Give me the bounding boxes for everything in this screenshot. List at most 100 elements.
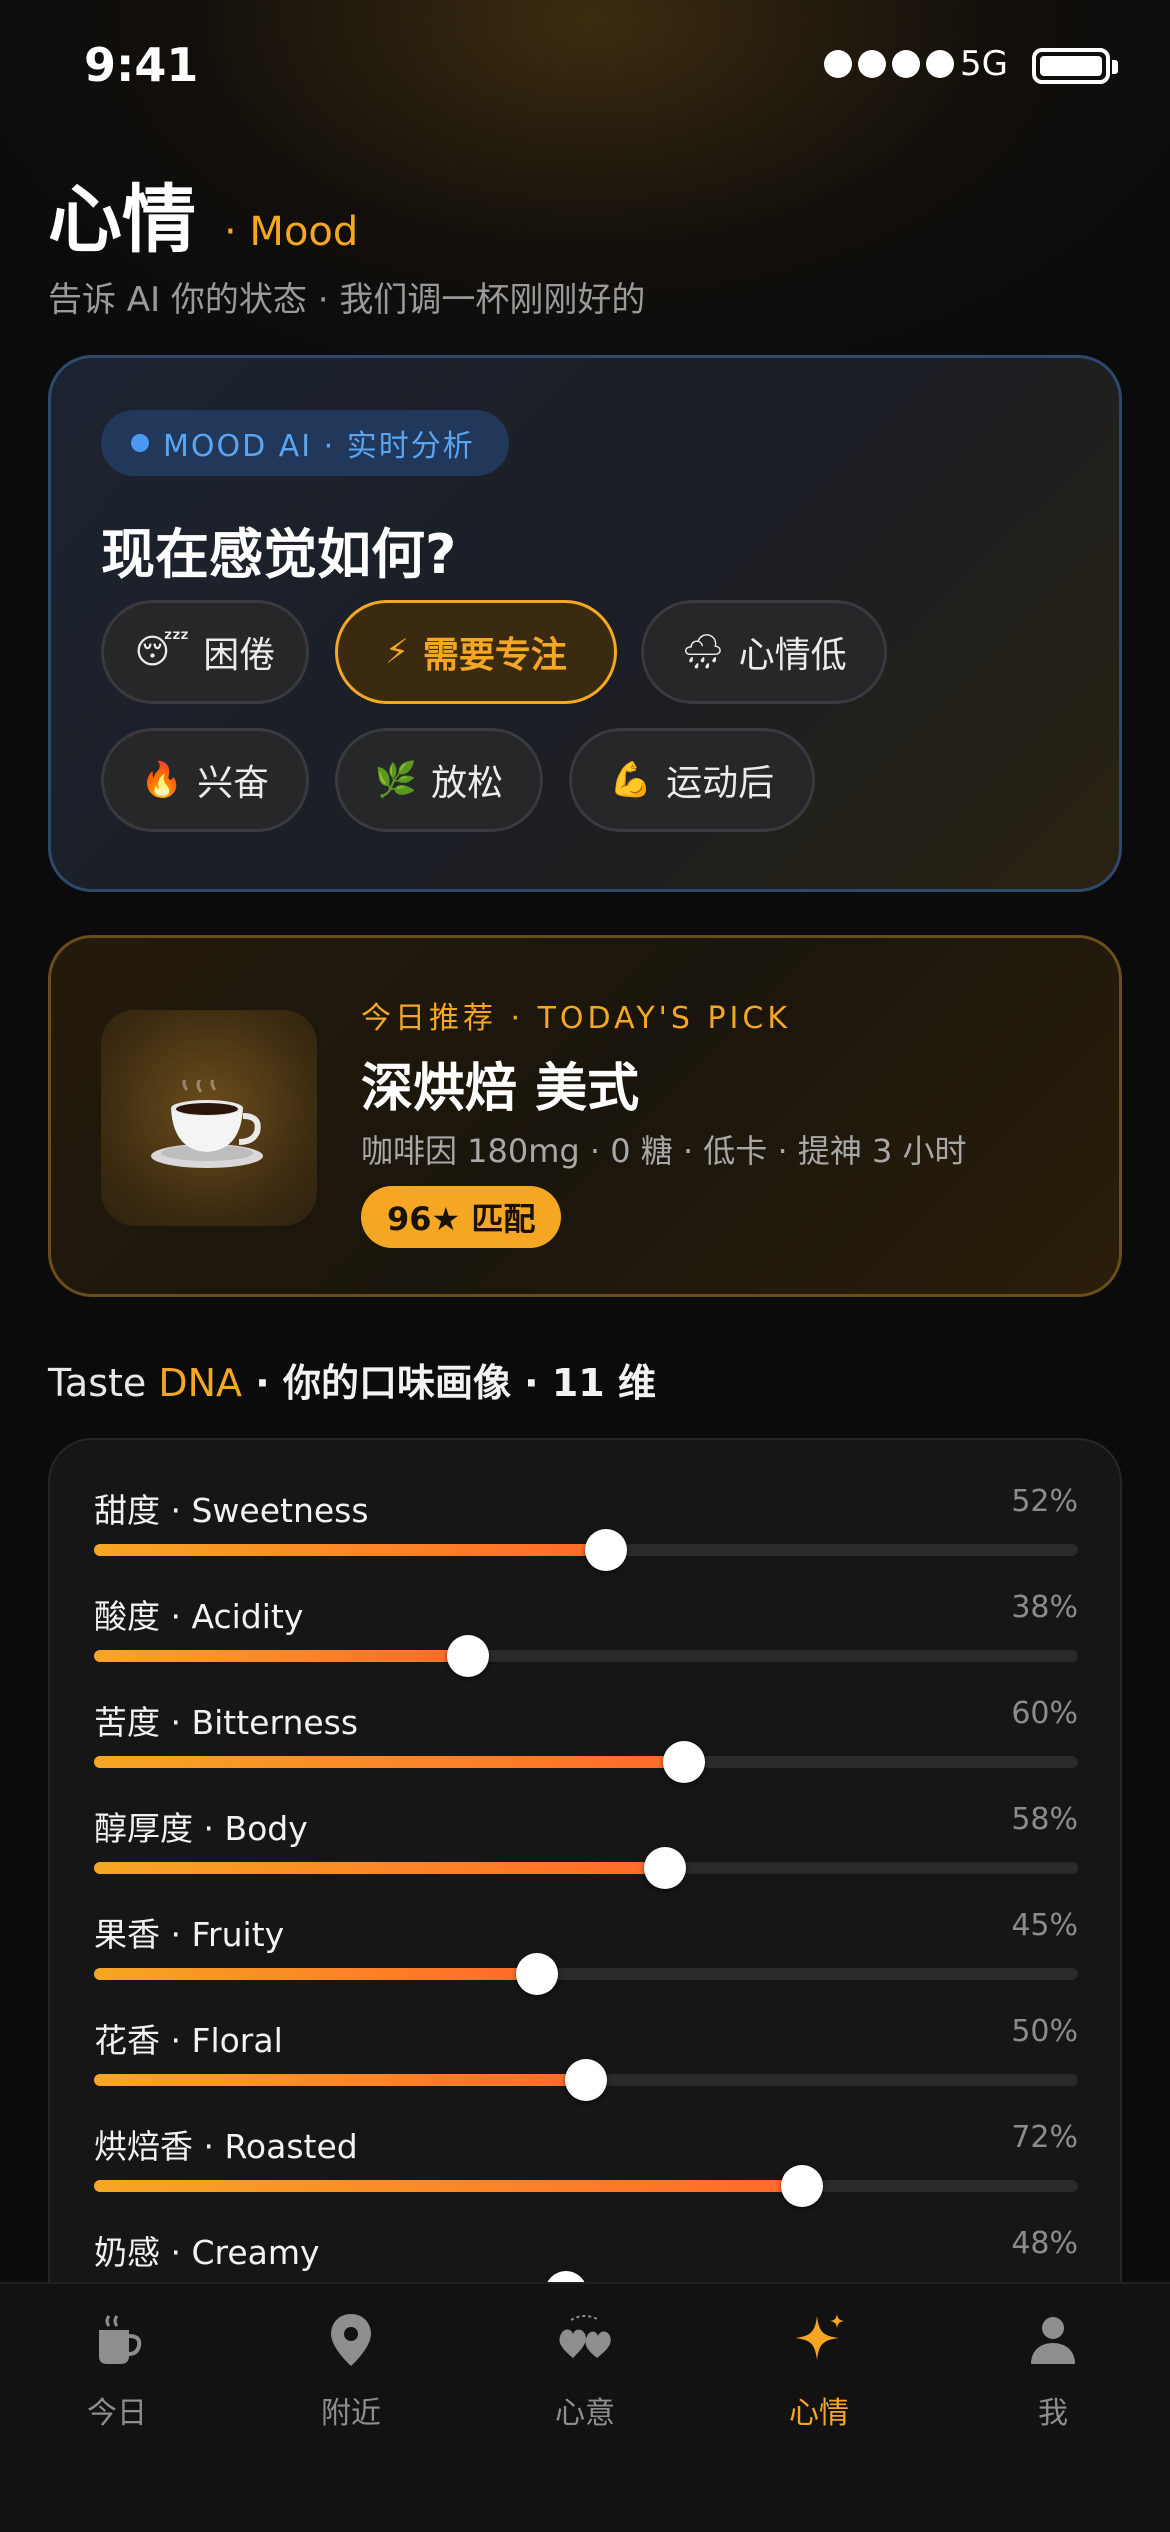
mood-chip-label: 需要专注 <box>422 635 567 676</box>
page-title: 心情 · Mood <box>48 160 358 267</box>
rain-cloud-icon: 🌧 <box>681 632 725 672</box>
slider-label: 甜度 · Sweetness <box>94 1491 369 1530</box>
mood-card: MOOD AI · 实时分析 现在感觉如何? 😴 困倦 ⚡ 需要专注 🌧 心情低… <box>48 355 1122 892</box>
tab-nearby[interactable]: 附近 <box>234 2310 468 2440</box>
slider-handle[interactable] <box>515 1953 558 1995</box>
slider-label: 酸度 · Acidity <box>94 1597 304 1636</box>
slider-track[interactable] <box>94 1635 1078 1677</box>
slider-track[interactable] <box>94 1953 1078 1995</box>
slider-handle[interactable] <box>663 1741 706 1783</box>
taste-dna-heading: Taste DNA · 你的口味画像 · 11 维 <box>48 1352 656 1407</box>
slider-label: 醇厚度 · Body <box>94 1809 308 1848</box>
pick-meta: 咖啡因 180mg · 0 糖 · 低卡 · 提神 3 小时 <box>361 1132 967 1170</box>
tab-label: 今日 <box>87 2396 147 2431</box>
status-time: 9:41 <box>84 38 199 92</box>
slider-label: 烘焙香 · Roasted <box>94 2127 358 2166</box>
flexed-arm-icon: 💪 <box>609 760 653 800</box>
slider-fill <box>94 1650 468 1662</box>
taste-slider-bitterness: 苦度 · Bitterness 60% <box>94 1696 1078 1786</box>
battery-icon <box>1032 48 1118 84</box>
todays-pick-card[interactable]: 今日推荐 · TODAY'S PICK 深烘焙 美式 咖啡因 180mg · 0… <box>48 935 1122 1297</box>
slider-value: 58% <box>1011 1802 1078 1837</box>
network-label: 5G <box>960 44 1008 84</box>
slider-handle[interactable] <box>446 1635 489 1677</box>
hearts-icon <box>559 2315 611 2358</box>
taste-slider-body: 醇厚度 · Body 58% <box>94 1802 1078 1892</box>
mood-screen: 9:41 5G 心情 · Mood 告诉 AI 你的状态 · 我们调一杯刚刚好的… <box>0 0 1170 2532</box>
slider-label: 奶感 · Creamy <box>94 2233 320 2272</box>
mood-chip-excited[interactable]: 🔥 兴奋 <box>101 728 309 832</box>
page-title-text: 心情 <box>48 177 196 263</box>
person-icon <box>1031 2317 1075 2364</box>
location-pin-icon <box>331 2314 371 2366</box>
coffee-thumbnail <box>101 1010 317 1226</box>
slider-value: 48% <box>1011 2226 1078 2261</box>
slider-label: 苦度 · Bitterness <box>94 1703 359 1742</box>
pick-tag: 今日推荐 · TODAY'S PICK <box>361 1001 792 1036</box>
slider-fill <box>94 2180 803 2192</box>
taste-slider-floral: 花香 · Floral 50% <box>94 2014 1078 2104</box>
slider-track[interactable] <box>94 2165 1078 2207</box>
slider-value: 52% <box>1011 1484 1078 1519</box>
signal-icon <box>824 50 954 78</box>
slider-fill <box>94 1756 685 1768</box>
slider-fill <box>94 1968 537 1980</box>
live-dot-icon <box>131 434 149 452</box>
tab-label: 心意 <box>555 2396 615 2431</box>
tab-me[interactable]: 我 <box>936 2310 1170 2440</box>
mood-chip-relax[interactable]: 🌿 放松 <box>335 728 543 832</box>
match-badge: 96★ 匹配 <box>361 1186 562 1248</box>
slider-track[interactable] <box>94 1529 1078 1571</box>
tab-label: 我 <box>1038 2396 1068 2431</box>
pick-name: 深烘焙 美式 <box>361 1059 640 1119</box>
coffee-cup-icon <box>151 1080 263 1168</box>
mood-chip-label: 困倦 <box>203 635 276 676</box>
slider-fill <box>94 2074 586 2086</box>
slider-value: 50% <box>1011 2014 1078 2049</box>
slider-track[interactable] <box>94 1847 1078 1889</box>
taste-dna-prefix: Taste <box>48 1361 159 1405</box>
sleepy-face-icon: 😴 <box>134 632 190 672</box>
coffee-cup-icon <box>99 2315 142 2364</box>
taste-dna-highlight: DNA <box>158 1361 243 1405</box>
tab-gift[interactable]: 心意 <box>468 2310 702 2440</box>
mood-ai-badge: MOOD AI · 实时分析 <box>101 410 509 476</box>
status-bar: 9:41 5G <box>0 0 1170 130</box>
slider-fill <box>94 1862 665 1874</box>
mood-chip-label: 兴奋 <box>197 763 270 804</box>
herb-icon: 🌿 <box>374 760 418 800</box>
taste-slider-sweetness: 甜度 · Sweetness 52% <box>94 1484 1078 1574</box>
mood-chip-label: 运动后 <box>666 763 775 804</box>
taste-slider-roasted: 烘焙香 · Roasted 72% <box>94 2120 1078 2210</box>
slider-value: 60% <box>1011 1696 1078 1731</box>
slider-value: 38% <box>1011 1590 1078 1625</box>
lightning-icon: ⚡ <box>385 632 409 672</box>
bottom-tab-bar: 今日 附近 心意 心情 我 <box>0 2282 1170 2532</box>
slider-fill <box>94 1544 606 1556</box>
fire-icon: 🔥 <box>140 760 184 800</box>
slider-value: 45% <box>1011 1908 1078 1943</box>
mood-chip-sleepy[interactable]: 😴 困倦 <box>101 600 309 704</box>
slider-handle[interactable] <box>781 2165 824 2207</box>
slider-handle[interactable] <box>584 1529 627 1571</box>
mood-chip-focus[interactable]: ⚡ 需要专注 <box>335 600 617 704</box>
slider-track[interactable] <box>94 1741 1078 1783</box>
page-subtitle: 告诉 AI 你的状态 · 我们调一杯刚刚好的 <box>48 280 646 320</box>
mood-chip-label: 心情低 <box>738 635 847 676</box>
sparkle-icon <box>795 2314 844 2360</box>
mood-ai-label: MOOD AI · 实时分析 <box>163 429 475 464</box>
tab-label: 心情 <box>789 2396 849 2431</box>
slider-handle[interactable] <box>643 1847 686 1889</box>
tab-mood[interactable]: 心情 <box>702 2310 936 2440</box>
slider-value: 72% <box>1011 2120 1078 2155</box>
tab-label: 附近 <box>321 2396 381 2431</box>
mood-chip-label: 放松 <box>431 763 504 804</box>
taste-slider-acidity: 酸度 · Acidity 38% <box>94 1590 1078 1680</box>
slider-track[interactable] <box>94 2059 1078 2101</box>
mood-question: 现在感觉如何? <box>101 523 457 586</box>
page-title-tag: · Mood <box>224 209 359 255</box>
mood-chip-workout[interactable]: 💪 运动后 <box>569 728 815 832</box>
tab-today[interactable]: 今日 <box>0 2310 234 2440</box>
mood-chip-low[interactable]: 🌧 心情低 <box>641 600 887 704</box>
slider-handle[interactable] <box>565 2059 607 2101</box>
